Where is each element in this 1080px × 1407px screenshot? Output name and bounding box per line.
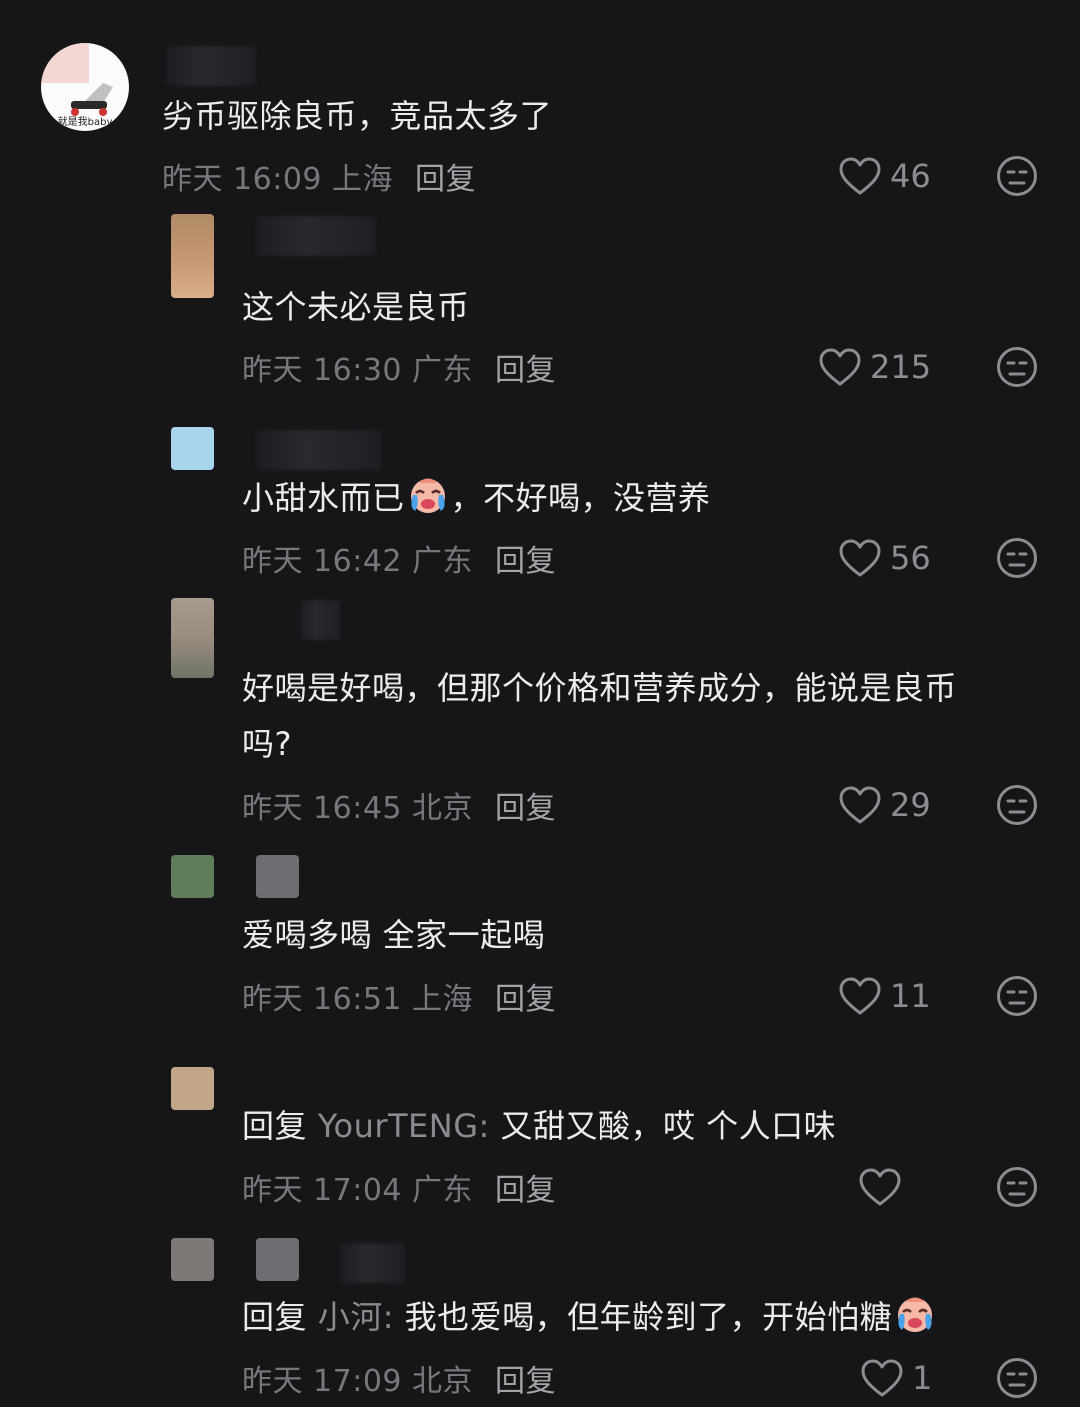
unamused-face-icon[interactable]: [996, 975, 1038, 1017]
username[interactable]: [256, 430, 381, 470]
like-count: 11: [890, 977, 931, 1015]
comment-meta: 昨天 16:51 上海 回复: [242, 974, 556, 1018]
username-badge[interactable]: [256, 1238, 299, 1281]
comment-text: 好喝是好喝，但那个价格和营养成分，能说是良币: [242, 669, 958, 707]
comment-meta: 昨天 17:09 北京 回复: [242, 1356, 556, 1400]
like-count: 46: [890, 157, 931, 195]
quoted-username[interactable]: YourTENG:: [318, 1107, 490, 1145]
like-button[interactable]: 215: [818, 347, 931, 387]
crying-face-emoji: [405, 473, 451, 517]
like-button[interactable]: 11: [838, 976, 931, 1016]
reply-button[interactable]: 回复: [415, 162, 476, 197]
username[interactable]: [256, 216, 376, 256]
comment-meta: 昨天 16:45 北京 回复: [242, 783, 556, 827]
heart-icon: [860, 1358, 904, 1398]
comment-time: 昨天 16:42 广东: [242, 544, 474, 579]
reply-button[interactable]: 回复: [495, 1364, 556, 1399]
avatar[interactable]: [171, 427, 214, 470]
comment-time: 昨天 17:09 北京: [242, 1364, 474, 1399]
comment-meta: 昨天 16:30 广东 回复: [242, 345, 556, 389]
like-button[interactable]: 29: [838, 785, 931, 825]
username[interactable]: [340, 1243, 405, 1283]
reply-prefix: 回复: [242, 1107, 308, 1145]
comment-text: 劣币驱除良币，竞品太多了: [162, 97, 553, 135]
unamused-face-icon[interactable]: [996, 155, 1038, 197]
like-button[interactable]: 56: [838, 538, 931, 578]
heart-icon: [818, 347, 862, 387]
reply-button[interactable]: 回复: [495, 982, 556, 1017]
comment-meta: 昨天 16:09 上海 回复: [162, 154, 476, 198]
reply-button[interactable]: 回复: [495, 791, 556, 826]
comment-meta: 昨天 16:42 广东 回复: [242, 536, 556, 580]
username-badge[interactable]: [256, 855, 299, 898]
unamused-face-icon[interactable]: [996, 1357, 1038, 1399]
comment-time: 昨天 16:09 上海: [162, 162, 394, 197]
comment-time: 昨天 16:45 北京: [242, 791, 474, 826]
like-button[interactable]: 46: [838, 156, 931, 196]
comment-text: 回复 小河: 我也爱喝，但年龄到了，开始怕糖: [242, 1289, 938, 1345]
unamused-face-icon[interactable]: [996, 346, 1038, 388]
comment-meta: 昨天 17:04 广东 回复: [242, 1165, 556, 1209]
reply-button[interactable]: 回复: [495, 1173, 556, 1208]
avatar[interactable]: [171, 1067, 214, 1110]
comment-text-part: ，不好喝，没营养: [450, 479, 711, 517]
reply-prefix: 回复: [242, 1298, 308, 1336]
quoted-username[interactable]: 小河:: [318, 1298, 394, 1336]
comment-text: 这个未必是良币: [242, 288, 470, 326]
comment-text-part: 小甜水而已: [242, 479, 405, 517]
like-button[interactable]: 1: [860, 1358, 932, 1398]
like-count: 56: [890, 539, 931, 577]
like-count: 29: [890, 786, 931, 824]
heart-icon: [858, 1167, 902, 1207]
like-button[interactable]: [858, 1167, 910, 1207]
comment-text-part: 又甜又酸，哎 个人口味: [489, 1107, 837, 1145]
comment-time: 昨天 16:30 广东: [242, 353, 474, 388]
crying-face-emoji: [892, 1292, 938, 1336]
reply-button[interactable]: 回复: [495, 544, 556, 579]
avatar[interactable]: [171, 214, 214, 298]
username[interactable]: [166, 46, 256, 86]
username[interactable]: [300, 600, 340, 640]
comment-text: 小甜水而已 ，不好喝，没营养: [242, 470, 711, 526]
avatar-caption: 就是我baby: [57, 117, 113, 128]
comment-time: 昨天 17:04 广东: [242, 1173, 474, 1208]
comment-text-line2: 吗?: [242, 725, 292, 763]
like-count: 1: [912, 1359, 933, 1397]
reply-button[interactable]: 回复: [495, 353, 556, 388]
heart-icon: [838, 976, 882, 1016]
comment-time: 昨天 16:51 上海: [242, 982, 474, 1017]
comment-text-part: 我也爱喝，但年龄到了，开始怕糖: [393, 1298, 893, 1336]
unamused-face-icon[interactable]: [996, 537, 1038, 579]
comment-text: 回复 YourTENG: 又甜又酸，哎 个人口味: [242, 1098, 836, 1154]
heart-icon: [838, 156, 882, 196]
avatar[interactable]: 就是我baby: [41, 43, 129, 131]
heart-icon: [838, 785, 882, 825]
unamused-face-icon[interactable]: [996, 784, 1038, 826]
avatar[interactable]: [171, 598, 214, 678]
avatar[interactable]: [171, 855, 214, 898]
comment-text: 爱喝多喝 全家一起喝: [242, 916, 546, 954]
heart-icon: [838, 538, 882, 578]
like-count: 215: [870, 348, 932, 386]
avatar[interactable]: [171, 1238, 214, 1281]
unamused-face-icon[interactable]: [996, 1166, 1038, 1208]
